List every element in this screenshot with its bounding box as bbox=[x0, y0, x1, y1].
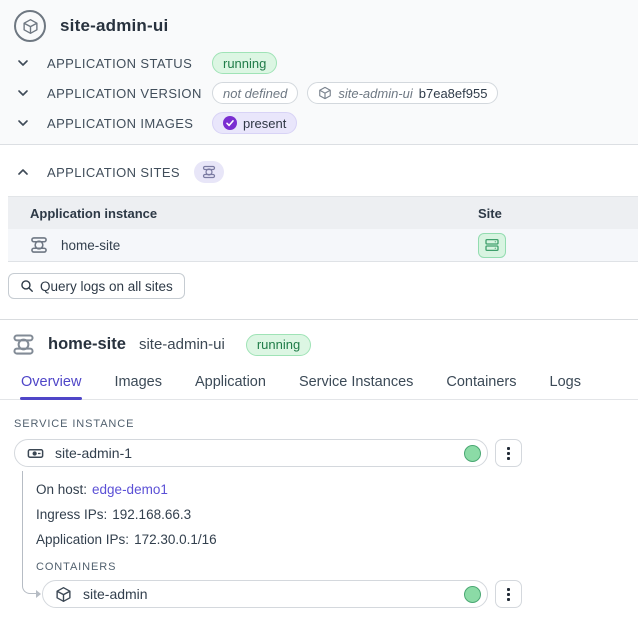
service-instance-row: site-admin-1 bbox=[14, 439, 522, 467]
application-images-row: APPLICATION IMAGES present bbox=[14, 108, 624, 138]
on-host-label: On host: bbox=[36, 482, 88, 497]
site-detail-header: home-site site-admin-ui running bbox=[0, 333, 638, 356]
service-instance-pill[interactable]: site-admin-1 bbox=[14, 439, 488, 467]
tab-images[interactable]: Images bbox=[113, 368, 163, 399]
query-logs-button[interactable]: Query logs on all sites bbox=[8, 273, 185, 299]
status-dot-green bbox=[464, 444, 481, 462]
site-app-name: site-admin-ui bbox=[138, 336, 225, 353]
package-icon bbox=[55, 586, 72, 603]
ingress-ips-label: Ingress IPs: bbox=[36, 507, 108, 522]
sites-table: Application instance Site home-site bbox=[8, 196, 638, 262]
instance-detail-tree: On host: edge-demo1 Ingress IPs: 192.168… bbox=[14, 471, 624, 608]
sites-count-badge[interactable] bbox=[193, 161, 224, 183]
check-circle-icon bbox=[223, 116, 237, 130]
tab-application[interactable]: Application bbox=[194, 368, 267, 399]
host-link[interactable]: edge-demo1 bbox=[92, 482, 168, 497]
application-sites-section: APPLICATION SITES Application instance S… bbox=[0, 145, 638, 320]
package-icon bbox=[318, 86, 332, 100]
table-row[interactable]: home-site bbox=[8, 229, 638, 262]
site-icon bbox=[12, 333, 35, 356]
chevron-down-icon[interactable] bbox=[17, 117, 29, 129]
application-summary-section: site-admin-ui APPLICATION STATUS running… bbox=[0, 0, 638, 145]
app-header: site-admin-ui bbox=[14, 10, 624, 42]
column-header-site: Site bbox=[478, 205, 502, 221]
application-sites-label: APPLICATION SITES bbox=[47, 164, 180, 180]
tab-service-instances[interactable]: Service Instances bbox=[298, 368, 414, 399]
column-header-instance: Application instance bbox=[30, 205, 158, 221]
kebab-menu-button[interactable] bbox=[495, 580, 522, 608]
application-version-label: APPLICATION VERSION bbox=[47, 85, 202, 101]
instance-name: home-site bbox=[61, 237, 121, 253]
tab-overview[interactable]: Overview bbox=[20, 368, 83, 400]
chevron-down-icon[interactable] bbox=[17, 57, 29, 69]
tab-bar: Overview Images Application Service Inst… bbox=[0, 368, 638, 400]
instance-details: On host: edge-demo1 Ingress IPs: 192.168… bbox=[14, 477, 624, 552]
tree-branch-line bbox=[22, 471, 36, 594]
container-row: site-admin bbox=[42, 580, 522, 608]
application-ips-label: Application IPs: bbox=[36, 532, 130, 547]
application-ips-value: 172.30.0.1/16 bbox=[134, 532, 217, 547]
application-status-row: APPLICATION STATUS running bbox=[14, 48, 624, 78]
application-status-label: APPLICATION STATUS bbox=[47, 55, 193, 71]
site-status-chip[interactable] bbox=[478, 232, 506, 258]
containers-label: CONTAINERS bbox=[36, 561, 117, 573]
search-icon bbox=[20, 279, 34, 293]
server-stack-icon bbox=[484, 237, 500, 253]
status-dot-green bbox=[464, 585, 481, 603]
application-version-row: APPLICATION VERSION not defined site-adm… bbox=[14, 78, 624, 108]
service-instance-label: SERVICE INSTANCE bbox=[14, 418, 135, 430]
site-icon bbox=[202, 165, 216, 179]
ingress-ips-value: 192.168.66.3 bbox=[112, 507, 192, 522]
instance-icon bbox=[27, 445, 44, 462]
container-name: site-admin bbox=[83, 586, 148, 602]
chevron-down-icon[interactable] bbox=[17, 87, 29, 99]
site-detail-section: home-site site-admin-ui running Overview… bbox=[0, 320, 638, 608]
version-not-defined-badge: not defined bbox=[212, 82, 299, 104]
tab-containers[interactable]: Containers bbox=[445, 368, 517, 399]
service-instance-name: site-admin-1 bbox=[55, 445, 133, 461]
images-present-badge: present bbox=[212, 112, 298, 134]
version-image-hash: b7ea8ef955 bbox=[418, 85, 488, 101]
site-name: home-site bbox=[48, 335, 126, 353]
application-images-label: APPLICATION IMAGES bbox=[47, 115, 194, 131]
tree-arrowhead bbox=[36, 590, 41, 598]
status-badge: running bbox=[212, 52, 278, 74]
site-icon bbox=[30, 236, 48, 254]
version-image-badge: site-admin-ui b7ea8ef955 bbox=[307, 82, 499, 104]
overview-panel: SERVICE INSTANCE site-admin-1 On host: e… bbox=[0, 400, 638, 608]
application-sites-header: APPLICATION SITES bbox=[0, 161, 638, 183]
package-icon bbox=[14, 10, 46, 42]
images-present-label: present bbox=[243, 115, 287, 131]
version-image-name: site-admin-ui bbox=[338, 85, 413, 101]
tab-logs[interactable]: Logs bbox=[549, 368, 582, 399]
container-pill[interactable]: site-admin bbox=[42, 580, 488, 608]
site-status-badge: running bbox=[245, 333, 312, 356]
sites-table-header: Application instance Site bbox=[8, 196, 638, 229]
page-title: site-admin-ui bbox=[60, 16, 169, 35]
kebab-menu-button[interactable] bbox=[495, 439, 522, 467]
query-logs-button-label: Query logs on all sites bbox=[40, 278, 173, 294]
chevron-up-icon[interactable] bbox=[17, 166, 29, 178]
